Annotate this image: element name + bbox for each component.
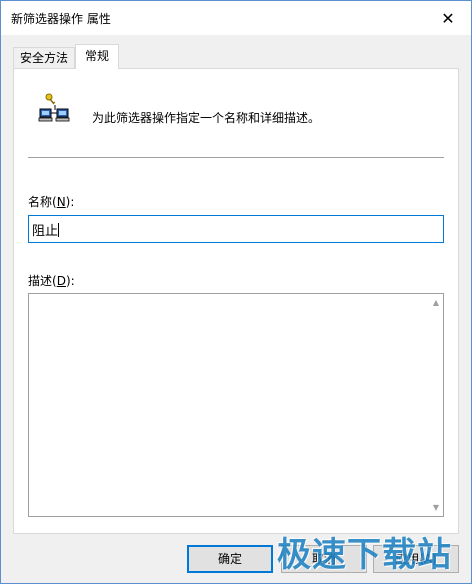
close-icon: ✕: [441, 8, 455, 28]
description-textarea[interactable]: ▲ ▼: [28, 293, 444, 517]
name-label-suffix: ):: [65, 195, 75, 209]
name-label-prefix: 名称(: [28, 195, 57, 209]
apply-button[interactable]: 应用(A): [373, 545, 459, 573]
scroll-up-icon[interactable]: ▲: [431, 298, 441, 307]
text-caret: [58, 223, 60, 237]
description-label-prefix: 描述(: [28, 274, 57, 288]
title-bar: 新筛选器操作 属性 ✕: [1, 1, 471, 35]
tab-security-methods[interactable]: 安全方法: [13, 47, 76, 69]
name-input-value: 阻止: [32, 224, 59, 239]
name-label: 名称(N):: [28, 193, 74, 210]
description-scrollbar[interactable]: ▲ ▼: [428, 294, 443, 516]
name-label-key: N: [56, 195, 66, 209]
close-button[interactable]: ✕: [425, 1, 471, 35]
properties-dialog: 新筛选器操作 属性 ✕ 安全方法 常规 为此筛选器操作指定一个名称和详细描述。: [0, 0, 472, 584]
description-label-key: D: [56, 274, 66, 288]
description-label-suffix: ):: [65, 274, 75, 288]
tab-strip: 安全方法 常规: [13, 44, 120, 69]
description-label: 描述(D):: [28, 272, 75, 289]
name-input[interactable]: 阻止: [28, 215, 444, 243]
panel-description: 为此筛选器操作指定一个名称和详细描述。: [92, 111, 321, 125]
window-title: 新筛选器操作 属性: [11, 12, 111, 26]
network-computers-key-icon: [38, 93, 70, 122]
scroll-down-icon[interactable]: ▼: [431, 503, 441, 512]
cancel-button[interactable]: 取消: [281, 545, 367, 573]
separator: [28, 157, 444, 159]
general-tab-panel: 为此筛选器操作指定一个名称和详细描述。 名称(N): 阻止 描述(D): ▲ ▼: [13, 68, 459, 534]
tab-general[interactable]: 常规: [75, 44, 120, 69]
ok-button[interactable]: 确定: [187, 545, 273, 573]
